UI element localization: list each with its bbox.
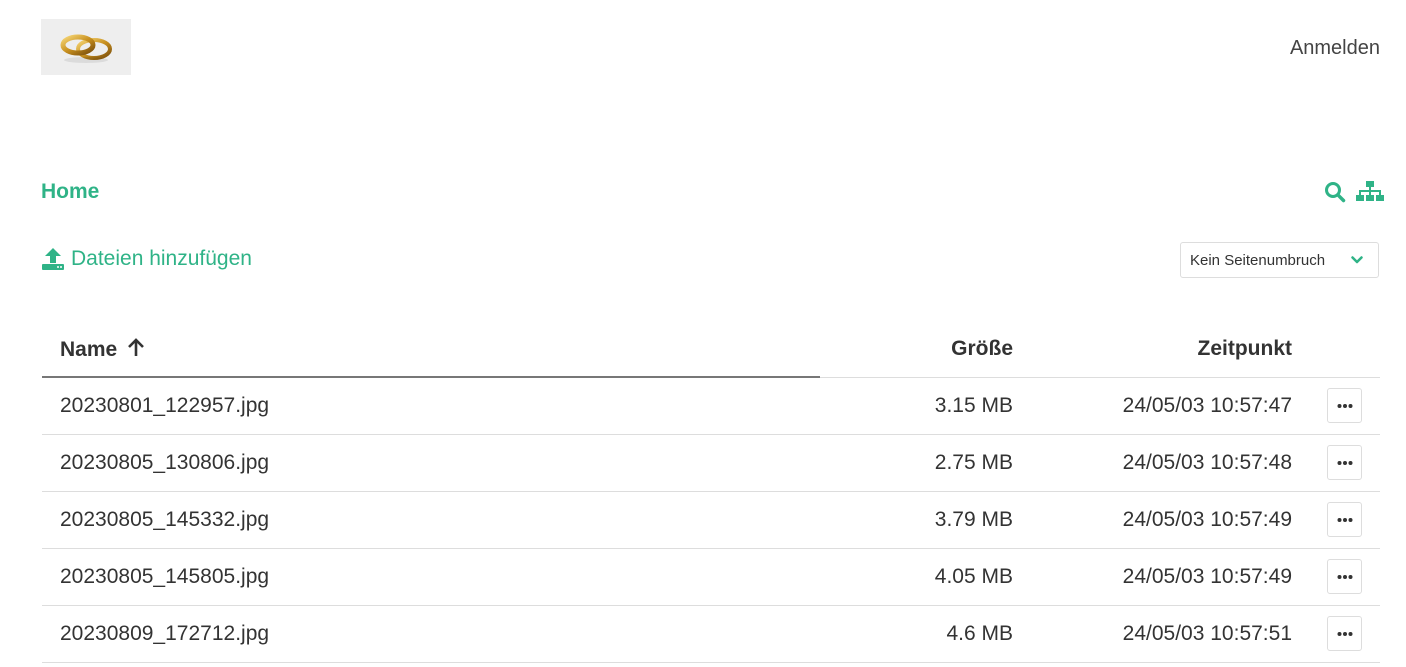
more-options-button[interactable] [1327,559,1362,594]
sort-ascending-icon [127,337,145,363]
file-time: 24/05/03 10:57:49 [1122,565,1292,588]
file-size: 2.75 MB [934,451,1013,474]
table-row: 20230805_145805.jpg 4.05 MB 24/05/03 10:… [42,549,1380,606]
file-name[interactable]: 20230805_145332.jpg [60,508,269,532]
column-header-name-label: Name [60,338,118,361]
wedding-rings-icon [60,34,112,63]
table-row: 20230805_145332.jpg 3.79 MB 24/05/03 10:… [42,492,1380,549]
site-logo[interactable] [41,19,131,75]
file-time: 24/05/03 10:57:51 [1122,622,1292,645]
ellipsis-icon [1337,574,1352,579]
file-name[interactable]: 20230801_122957.jpg [60,394,269,418]
file-size: 4.05 MB [934,565,1013,588]
sitemap-icon[interactable] [1356,180,1384,204]
more-options-button[interactable] [1327,616,1362,651]
toolbar-icons [1324,180,1384,204]
file-browser-page: Anmelden Home Dateien hinzufügen Kein Se… [0,0,1406,667]
login-link[interactable]: Anmelden [1290,37,1380,60]
more-options-button[interactable] [1327,445,1362,480]
ellipsis-icon [1337,460,1352,465]
file-time: 24/05/03 10:57:48 [1122,451,1292,474]
table-row: 20230805_130806.jpg 2.75 MB 24/05/03 10:… [42,435,1380,492]
column-header-size[interactable]: Größe [951,337,1013,361]
file-time: 24/05/03 10:57:47 [1122,394,1292,417]
page-break-selected: Kein Seitenumbruch [1190,251,1326,269]
file-table: Name Größe Zeitpunkt 20230801_122957.jpg… [42,323,1380,663]
table-row: 20230809_172712.jpg 4.6 MB 24/05/03 10:5… [42,606,1380,663]
file-name[interactable]: 20230809_172712.jpg [60,622,269,646]
more-options-button[interactable] [1327,502,1362,537]
file-name[interactable]: 20230805_145805.jpg [60,565,269,589]
file-name[interactable]: 20230805_130806.jpg [60,451,269,475]
column-header-time[interactable]: Zeitpunkt [1198,337,1293,361]
page-break-select[interactable]: Kein Seitenumbruch [1180,242,1379,278]
file-time: 24/05/03 10:57:49 [1122,508,1292,531]
column-header-name[interactable]: Name [60,337,145,363]
upload-icon [41,247,65,271]
table-row: 20230801_122957.jpg 3.15 MB 24/05/03 10:… [42,378,1380,435]
file-size: 4.6 MB [946,622,1013,645]
chevron-down-icon [1351,255,1363,265]
breadcrumb-home[interactable]: Home [41,180,99,204]
ellipsis-icon [1337,517,1352,522]
more-options-button[interactable] [1327,388,1362,423]
search-icon[interactable] [1324,181,1346,203]
add-files-button[interactable]: Dateien hinzufügen [41,247,252,271]
add-files-label: Dateien hinzufügen [71,247,252,270]
ellipsis-icon [1337,403,1352,408]
file-size: 3.79 MB [934,508,1013,531]
ellipsis-icon [1337,631,1352,636]
table-header: Name Größe Zeitpunkt [42,323,1380,378]
file-size: 3.15 MB [934,394,1013,417]
